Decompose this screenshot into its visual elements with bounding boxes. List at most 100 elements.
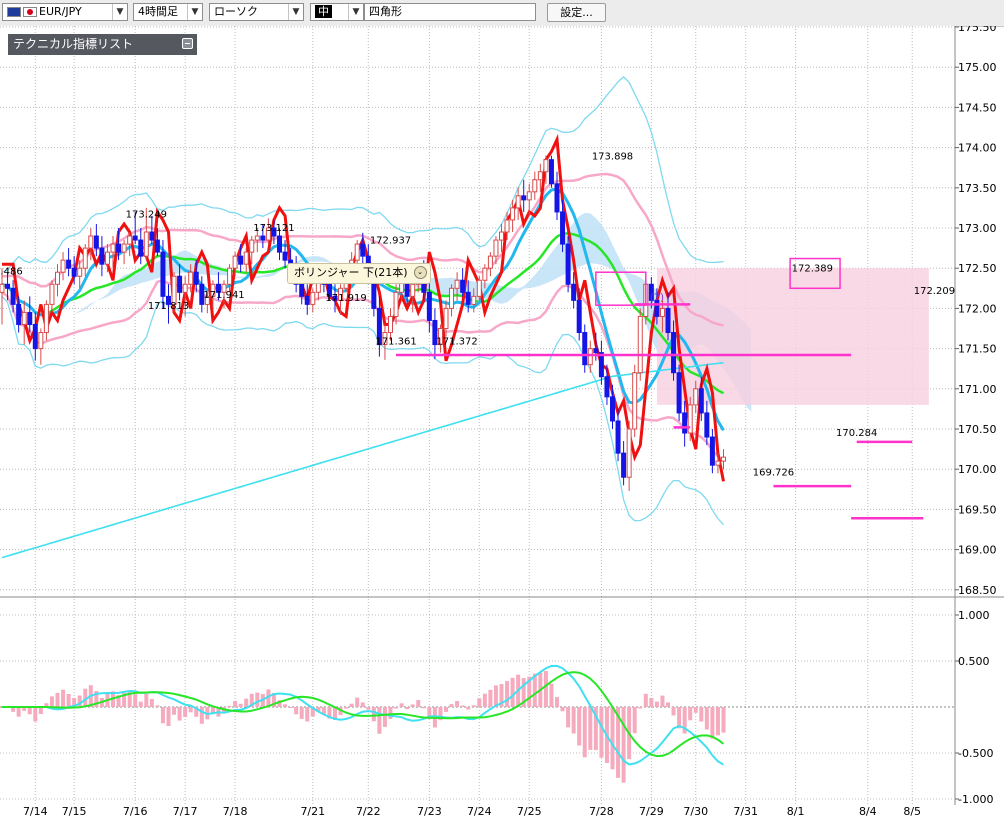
- osc-hist-bar: [244, 698, 249, 707]
- x-tick-label: 7/30: [683, 805, 708, 818]
- osc-tick-label: 0.500: [958, 655, 990, 668]
- osc-hist-bar: [177, 707, 182, 721]
- candle-body: [487, 255, 493, 269]
- y-tick-label: 173.50: [958, 182, 997, 195]
- draw-shape-select[interactable]: 四角形: [364, 3, 536, 21]
- osc-hist-bar: [599, 707, 604, 758]
- candle-body: [116, 243, 122, 253]
- candle-body: [499, 231, 504, 241]
- osc-hist-bar: [555, 697, 559, 707]
- draw-color-select[interactable]: 中 ▼: [310, 3, 364, 21]
- candle-body: [571, 283, 577, 301]
- price-label: 173.121: [253, 223, 294, 234]
- candle-body: [232, 255, 238, 269]
- y-tick-label: 170.00: [958, 463, 997, 476]
- osc-hist-bar: [582, 707, 587, 758]
- osc-hist-bar: [510, 677, 515, 707]
- osc-hist-bar: [649, 697, 654, 707]
- candle-body: [532, 179, 538, 193]
- x-tick-label: 8/1: [787, 805, 805, 818]
- osc-hist-bar: [710, 707, 715, 739]
- oscillator-panel: [0, 664, 726, 783]
- osc-hist-bar: [355, 697, 360, 707]
- candle-body: [132, 235, 138, 241]
- y-tick-label: 174.50: [958, 101, 997, 114]
- osc-hist-bar: [33, 707, 38, 722]
- draw-shape-label: 四角形: [369, 5, 402, 18]
- osc-hist-bar: [610, 707, 615, 770]
- osc-hist-bar: [488, 689, 493, 707]
- collapse-icon[interactable]: [182, 38, 193, 49]
- chart-style-select[interactable]: ローソク ▼: [209, 3, 304, 21]
- toolbar: EUR/JPY ▼ 4時間足 ▼ ローソク ▼ 中 ▼ 四角形 設定...: [0, 0, 1004, 27]
- chart-style-label: ローソク: [214, 5, 258, 18]
- timeframe-select[interactable]: 4時間足 ▼: [133, 3, 203, 21]
- osc-hist-bar: [704, 707, 709, 730]
- osc-hist-bar: [382, 707, 387, 727]
- osc-hist-bar: [371, 707, 376, 722]
- pair-select[interactable]: EUR/JPY ▼: [2, 3, 128, 21]
- osc-hist-bar: [349, 703, 354, 707]
- candle-body: [443, 307, 449, 329]
- osc-hist-bar: [721, 707, 726, 733]
- x-tick-label: 7/21: [300, 805, 325, 818]
- candle-body: [143, 231, 149, 257]
- osc-hist-bar: [255, 692, 260, 707]
- price-label: 169.726: [753, 468, 794, 479]
- osc-hist-bar: [588, 707, 593, 750]
- osc-hist-bar: [671, 707, 676, 716]
- osc-hist-bar: [366, 707, 371, 710]
- candle-body: [554, 183, 560, 213]
- chevron-down-icon: ▼: [288, 4, 303, 20]
- candle-body: [510, 207, 516, 221]
- candle-body: [93, 235, 99, 249]
- osc-hist-bar: [360, 702, 365, 707]
- candle-body: [604, 376, 610, 398]
- candle-body: [193, 271, 199, 285]
- osc-hist-bar: [183, 707, 188, 718]
- price-label: 171.941: [203, 290, 244, 301]
- draw-color-label: 中: [315, 5, 332, 18]
- osc-hist-bar: [471, 705, 476, 707]
- y-tick-label: 168.50: [958, 584, 997, 597]
- settings-button[interactable]: 設定...: [547, 3, 606, 22]
- y-tick-label: 174.00: [958, 142, 997, 155]
- x-tick-label: 7/22: [356, 805, 381, 818]
- price-label: 170.284: [836, 428, 877, 439]
- price-label: 171.361: [375, 337, 416, 348]
- candle-body: [576, 299, 582, 334]
- osc-hist-bar: [294, 707, 299, 715]
- chevron-down-icon[interactable]: ⌄: [413, 266, 427, 279]
- timeframe-label: 4時間足: [138, 5, 178, 18]
- candle-body: [465, 291, 471, 305]
- osc-hist-bar: [188, 707, 193, 713]
- osc-hist-bar: [38, 707, 43, 715]
- candle-body: [482, 267, 488, 281]
- candle-body: [282, 251, 288, 261]
- price-label: 172.209: [914, 286, 955, 297]
- osc-hist-bar: [166, 707, 171, 727]
- osc-hist-bar: [638, 707, 643, 709]
- x-axis: 7/14 7/15 7/16 7/17 7/18 7/21 7/22 7/23 7/24 7/25…: [23, 805, 921, 818]
- price-label: 173.249: [126, 210, 167, 221]
- osc-hist-bar: [172, 707, 177, 715]
- indicator-list-label: テクニカル指標リスト: [13, 37, 134, 51]
- candle-body: [188, 271, 194, 285]
- candle-body: [393, 291, 399, 317]
- y-tick-label: 169.00: [958, 544, 997, 557]
- candle-body: [676, 372, 682, 414]
- candle-body: [32, 323, 38, 350]
- indicator-list-panel[interactable]: テクニカル指標リスト: [8, 34, 197, 55]
- osc-hist-bar: [394, 707, 399, 709]
- chart-area[interactable]: 172.486 173.249 173.121 172.937 171.813 171.9…: [0, 26, 1004, 821]
- osc-hist-bar: [505, 681, 510, 707]
- osc-hist-bar: [543, 670, 548, 707]
- candle-body: [49, 283, 55, 305]
- x-tick-label: 7/31: [733, 805, 758, 818]
- candle-body: [460, 279, 466, 293]
- osc-hist-bar: [283, 704, 288, 707]
- osc-hist-bar: [16, 707, 21, 717]
- candle-body: [582, 332, 588, 366]
- x-tick-label: 7/18: [223, 805, 248, 818]
- price-label: 171.813: [148, 301, 189, 312]
